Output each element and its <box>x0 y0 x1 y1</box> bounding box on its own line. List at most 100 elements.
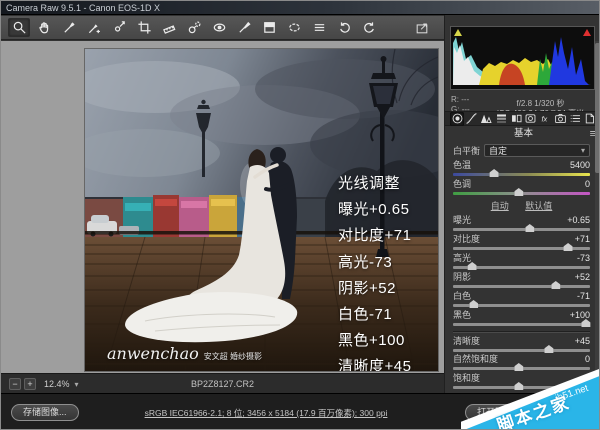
slider-value[interactable]: +71 <box>575 234 590 244</box>
detail-icon <box>480 112 493 125</box>
spot-removal-tool-button[interactable] <box>183 18 205 37</box>
auto-link[interactable]: 自动 <box>491 201 509 211</box>
radial-filter-icon <box>287 20 302 35</box>
slider-value[interactable]: 0 <box>585 354 590 364</box>
tab-lens-corrections[interactable] <box>524 112 538 126</box>
tab-camera-calibration[interactable] <box>553 112 567 126</box>
auto-default-links: 自动 默认值 <box>453 199 590 213</box>
slider-value[interactable]: +0.65 <box>567 215 590 225</box>
zoom-dropdown-arrow-icon[interactable]: ▾ <box>75 380 79 389</box>
default-link[interactable]: 默认值 <box>525 201 552 211</box>
tab-presets[interactable] <box>568 112 582 126</box>
radial-filter-tool-button[interactable] <box>283 18 305 37</box>
annotation-line: 清晰度+45 <box>338 354 438 371</box>
workflow-options: sRGB IEC61966-2.1; 8 位; 3456 x 5184 (17.… <box>71 407 461 419</box>
highlight-clip-warning[interactable] <box>583 29 591 36</box>
photographer-watermark: anwenchao安文超 婚纱摄影 <box>107 344 262 363</box>
straighten-tool-button[interactable] <box>158 18 180 37</box>
adjustment-brush-tool-button[interactable] <box>233 18 255 37</box>
slider-track[interactable] <box>453 192 590 195</box>
slider-track[interactable] <box>453 285 590 288</box>
rotate-right-button[interactable] <box>358 18 380 37</box>
slider-track[interactable] <box>453 367 590 370</box>
slider-track[interactable] <box>453 323 590 326</box>
annotation-line: 光线调整 <box>338 171 438 197</box>
slider-thumb[interactable] <box>514 363 523 371</box>
hand-tool-button[interactable] <box>33 18 55 37</box>
annotation-line: 黑色+100 <box>338 328 438 354</box>
open-image-button[interactable]: 打开图像 <box>465 404 525 421</box>
fullscreen-icon <box>415 21 429 35</box>
workflow-options-link[interactable]: sRGB IEC61966-2.1; 8 位; 3456 x 5184 (17.… <box>145 408 388 418</box>
panel-title: 基本 <box>514 128 533 139</box>
exif-exposure: f/2.8 1/320 秒 <box>485 99 596 109</box>
zoom-level-select[interactable]: 12.4% <box>44 379 70 389</box>
graduated-filter-tool-button[interactable] <box>258 18 280 37</box>
photo-canvas[interactable]: 光线调整曝光+0.65对比度+71高光-73阴影+52白色-71黑色+100清晰… <box>85 49 438 371</box>
crop-tool-button[interactable] <box>133 18 155 37</box>
rotate-left-button[interactable] <box>333 18 355 37</box>
annotation-line: 对比度+71 <box>338 223 438 249</box>
slider-label: 饱和度 <box>453 373 480 383</box>
slider-track[interactable] <box>453 349 590 352</box>
tab-split-toning[interactable] <box>509 112 523 126</box>
scrollbar-thumb[interactable] <box>595 43 600 173</box>
slider-thumb[interactable] <box>564 243 573 251</box>
panel-scrollbar[interactable] <box>595 41 600 393</box>
slider-value[interactable]: +45 <box>575 336 590 346</box>
slider-value[interactable]: +52 <box>575 272 590 282</box>
slider-track[interactable] <box>453 304 590 307</box>
fullscreen-toggle-button[interactable] <box>412 18 432 37</box>
slider-track[interactable] <box>453 173 590 176</box>
hand-icon <box>37 20 52 35</box>
zoom-tool-button[interactable] <box>8 18 30 37</box>
slider-value[interactable]: 0 <box>585 179 590 189</box>
status-bar: BP2Z8127.CR2 − + 12.4% ▾ <box>1 373 444 393</box>
tab-tone-curve[interactable] <box>465 112 479 126</box>
tab-basic[interactable] <box>450 112 464 126</box>
slider-value[interactable]: -71 <box>577 291 590 301</box>
tab-detail[interactable] <box>480 112 494 126</box>
shadow-clip-warning[interactable] <box>454 29 462 36</box>
slider-thumb[interactable] <box>514 382 523 390</box>
basic-icon <box>451 112 464 125</box>
title-bar[interactable]: Camera Raw 9.5.1 - Canon EOS-1D X <box>1 1 599 15</box>
targeted-adjustment-tool-button[interactable] <box>108 18 130 37</box>
slider-track[interactable] <box>453 266 590 269</box>
slider-value[interactable]: 5400 <box>570 160 590 170</box>
wb-sliders: 色温 5400 色调 0 <box>453 160 590 198</box>
slider-thumb[interactable] <box>490 169 499 177</box>
white-balance-tool-button[interactable] <box>58 18 80 37</box>
slider-label: 色调 <box>453 179 471 189</box>
slider-thumb[interactable] <box>469 300 478 308</box>
slider-track[interactable] <box>453 247 590 250</box>
preferences-button[interactable] <box>308 18 330 37</box>
slider-track[interactable] <box>453 386 590 389</box>
slider-label: 高光 <box>453 253 471 263</box>
color-sampler-tool-button[interactable] <box>83 18 105 37</box>
white-balance-select[interactable]: 自定 ▾ <box>484 144 590 157</box>
zoom-in-button[interactable]: + <box>24 378 36 390</box>
slider-value[interactable]: -73 <box>577 253 590 263</box>
tab-hsl-grayscale[interactable] <box>494 112 508 126</box>
slider-thumb[interactable] <box>514 188 523 196</box>
eyedropper-icon <box>62 20 77 35</box>
slider-thumb[interactable] <box>581 319 590 327</box>
watermark-script: anwenchao <box>107 344 199 363</box>
white-balance-row: 白平衡 自定 ▾ <box>453 143 590 158</box>
slider-thumb[interactable] <box>525 224 534 232</box>
tab-effects[interactable]: fx <box>539 112 553 126</box>
lens-icon <box>524 112 537 125</box>
slider-track[interactable] <box>453 228 590 231</box>
slider-thumb[interactable] <box>544 345 553 353</box>
slider-value[interactable]: +100 <box>570 310 590 320</box>
slider-thumb[interactable] <box>551 281 560 289</box>
slider-thumb[interactable] <box>468 262 477 270</box>
red-eye-removal-tool-button[interactable] <box>208 18 230 37</box>
histogram[interactable] <box>450 26 595 90</box>
photo-annotation: 光线调整曝光+0.65对比度+71高光-73阴影+52白色-71黑色+100清晰… <box>338 171 438 371</box>
save-image-button[interactable]: 存储图像... <box>11 404 79 421</box>
slider-row: 色温 5400 <box>453 160 590 179</box>
zoom-out-button[interactable]: − <box>9 378 21 390</box>
slider-value[interactable]: 0 <box>585 373 590 383</box>
